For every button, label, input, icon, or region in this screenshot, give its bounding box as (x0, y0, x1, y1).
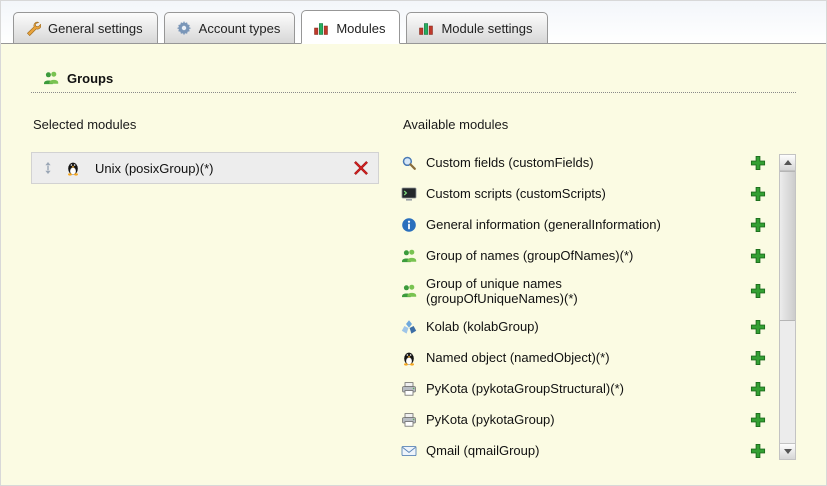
tab-modules[interactable]: Modules (301, 10, 400, 44)
arrow-up-icon (784, 160, 792, 165)
modules-columns: Selected modules Unix (posixGroup)(*) Av… (31, 109, 796, 471)
scroll-up-button[interactable] (780, 155, 795, 171)
available-module-row: Kolab (kolabGroup) (401, 316, 766, 338)
modules-tab-content: Groups Selected modules Unix (posixGroup… (1, 44, 826, 485)
tools-icon (25, 20, 41, 36)
add-module-button[interactable] (750, 381, 766, 397)
available-module-row: PyKota (pykotaGroupStructural)(*) (401, 378, 766, 400)
tab-module-settings-label: Module settings (441, 21, 532, 36)
available-module-row: Custom fields (customFields) (401, 152, 766, 174)
add-module-button[interactable] (750, 217, 766, 233)
printer-icon (401, 381, 417, 397)
group-icon (401, 283, 417, 299)
scroll-down-button[interactable] (780, 443, 795, 459)
available-module-label: Custom scripts (customScripts) (426, 186, 750, 201)
tab-general-settings-label: General settings (48, 21, 143, 36)
available-module-label: Named object (namedObject)(*) (426, 350, 750, 365)
remove-module-button[interactable] (353, 160, 369, 176)
drag-handle-icon[interactable] (41, 161, 55, 175)
add-module-button[interactable] (750, 319, 766, 335)
page-title: Groups (67, 71, 113, 86)
available-modules-column: Available modules Custom fields (customF… (401, 109, 796, 471)
available-module-row: Named object (namedObject)(*) (401, 347, 766, 369)
available-module-label: PyKota (pykotaGroupStructural)(*) (426, 381, 750, 396)
tab-account-types-label: Account types (199, 21, 281, 36)
magnifier-icon (401, 155, 417, 171)
modules-icon (313, 20, 329, 36)
module-settings-icon (418, 20, 434, 36)
available-module-label: PyKota (pykotaGroup) (426, 412, 750, 427)
scrollbar-thumb[interactable] (780, 171, 795, 321)
available-module-label: Group of names (groupOfNames)(*) (426, 248, 750, 263)
available-modules-list: Custom fields (customFields) Custom scri… (401, 152, 796, 462)
section-header: Groups (31, 70, 796, 93)
arrow-down-icon (784, 449, 792, 454)
available-module-label: Qmail (qmailGroup) (426, 443, 750, 458)
info-icon (401, 217, 417, 233)
available-module-row: PyKota (pykotaGroup) (401, 409, 766, 431)
tab-modules-label: Modules (336, 21, 385, 36)
kolab-icon (401, 319, 417, 335)
tab-account-types[interactable]: Account types (164, 12, 296, 44)
available-module-row: Group of names (groupOfNames)(*) (401, 245, 766, 267)
selected-module-row[interactable]: Unix (posixGroup)(*) (31, 152, 379, 184)
add-module-button[interactable] (750, 443, 766, 459)
tux-icon (65, 160, 81, 176)
groups-icon (43, 70, 59, 86)
available-module-label: Group of unique names (groupOfUniqueName… (426, 276, 750, 307)
printer-icon (401, 412, 417, 428)
available-module-label: General information (generalInformation) (426, 217, 750, 232)
available-module-row: Group of unique names (groupOfUniqueName… (401, 276, 766, 307)
available-module-label: Custom fields (customFields) (426, 155, 750, 170)
available-module-row: Qmail (qmailGroup) (401, 440, 766, 462)
available-modules-heading: Available modules (403, 117, 796, 132)
available-module-row: General information (generalInformation) (401, 214, 766, 236)
tab-module-settings[interactable]: Module settings (406, 12, 547, 44)
scrollbar[interactable] (779, 154, 796, 460)
add-module-button[interactable] (750, 155, 766, 171)
mail-icon (401, 443, 417, 459)
add-module-button[interactable] (750, 248, 766, 264)
selected-modules-heading: Selected modules (33, 117, 379, 132)
tux-icon (401, 350, 417, 366)
add-module-button[interactable] (750, 186, 766, 202)
add-module-button[interactable] (750, 412, 766, 428)
add-module-button[interactable] (750, 350, 766, 366)
available-module-label: Kolab (kolabGroup) (426, 319, 750, 334)
selected-modules-column: Selected modules Unix (posixGroup)(*) (31, 109, 379, 471)
lam-configuration-page: General settings Account types Modules M… (0, 0, 827, 486)
settings-tab-bar: General settings Account types Modules M… (1, 1, 826, 44)
terminal-icon (401, 186, 417, 202)
add-module-button[interactable] (750, 283, 766, 299)
selected-module-label: Unix (posixGroup)(*) (95, 161, 213, 176)
available-module-row: Custom scripts (customScripts) (401, 183, 766, 205)
gear-icon (176, 20, 192, 36)
group-icon (401, 248, 417, 264)
tab-general-settings[interactable]: General settings (13, 12, 158, 44)
